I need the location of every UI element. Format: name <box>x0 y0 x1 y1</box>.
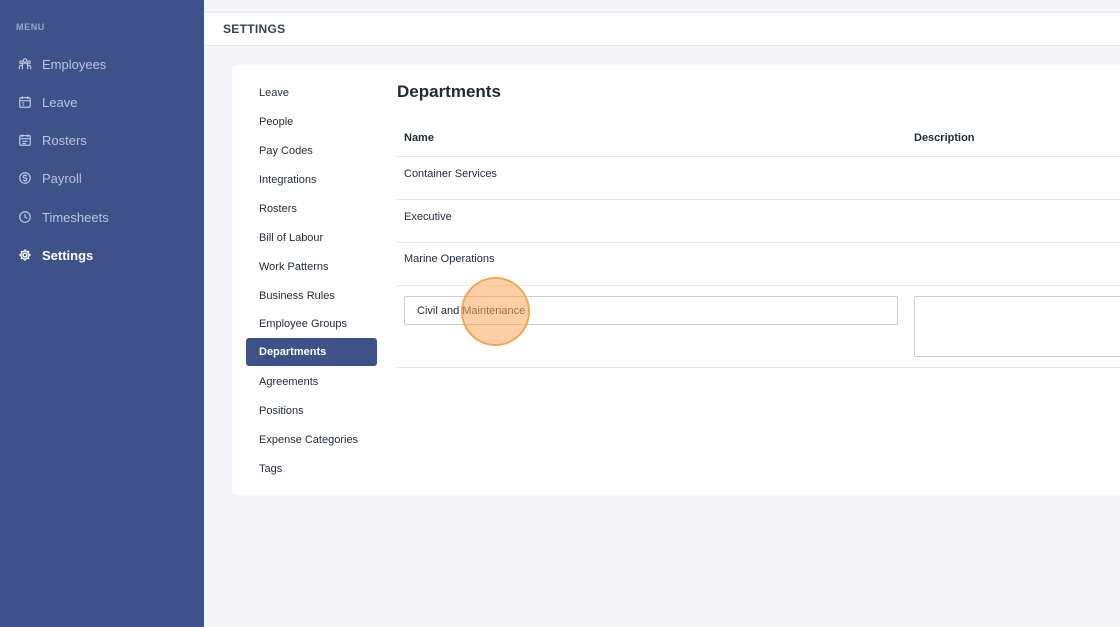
sidebar-item-leave[interactable]: Leave <box>18 92 77 112</box>
sidebar-item-settings[interactable]: Settings <box>18 245 93 265</box>
row-divider <box>397 242 1120 243</box>
row-divider <box>397 285 1120 286</box>
clock-icon <box>18 210 32 224</box>
row-divider <box>397 199 1120 200</box>
settings-nav-pay-codes[interactable]: Pay Codes <box>246 137 377 165</box>
department-description-input[interactable] <box>914 296 1120 357</box>
sidebar: MENU Employees Leave Rosters Payroll Tim… <box>0 0 204 627</box>
menu-label: MENU <box>16 22 45 32</box>
sidebar-item-payroll[interactable]: Payroll <box>18 168 82 188</box>
top-strip <box>204 0 1120 12</box>
sidebar-item-label: Timesheets <box>42 209 109 225</box>
table-row[interactable]: Marine Operations <box>404 253 495 265</box>
sidebar-item-label: Settings <box>42 247 94 263</box>
settings-nav-people[interactable]: People <box>246 108 377 136</box>
row-divider <box>397 367 1120 368</box>
sidebar-item-employees[interactable]: Employees <box>18 54 106 74</box>
settings-nav-rosters[interactable]: Rosters <box>246 195 377 223</box>
sidebar-item-label: Payroll <box>42 170 82 186</box>
sidebar-item-label: Employees <box>42 56 107 72</box>
settings-nav-business-rules[interactable]: Business Rules <box>246 282 377 310</box>
sidebar-item-timesheets[interactable]: Timesheets <box>18 207 109 227</box>
dollar-icon <box>18 171 32 185</box>
settings-nav-work-patterns[interactable]: Work Patterns <box>246 253 377 281</box>
department-name-input[interactable] <box>404 296 898 325</box>
roster-icon <box>18 133 32 147</box>
sidebar-item-label: Leave <box>42 94 78 110</box>
sidebar-item-rosters[interactable]: Rosters <box>18 130 87 150</box>
settings-nav-leave[interactable]: Leave <box>246 79 377 107</box>
settings-nav-agreements[interactable]: Agreements <box>246 368 377 396</box>
settings-nav-bill-of-labour[interactable]: Bill of Labour <box>246 224 377 252</box>
page-header: SETTINGS <box>204 12 1120 46</box>
people-icon <box>18 57 32 71</box>
page-title: SETTINGS <box>223 22 286 36</box>
settings-nav-positions[interactable]: Positions <box>246 397 377 425</box>
settings-nav-expense-categories[interactable]: Expense Categories <box>246 426 377 454</box>
settings-nav-employee-groups[interactable]: Employee Groups <box>246 310 377 338</box>
sidebar-item-label: Rosters <box>42 132 87 148</box>
settings-nav-integrations[interactable]: Integrations <box>246 166 377 194</box>
calendar-icon <box>18 95 32 109</box>
table-row[interactable]: Container Services <box>404 168 497 180</box>
column-header-name: Name <box>404 132 434 144</box>
gear-icon <box>18 248 32 262</box>
row-divider <box>397 156 1120 157</box>
table-row[interactable]: Executive <box>404 211 452 223</box>
settings-nav-tags[interactable]: Tags <box>246 455 377 483</box>
section-title: Departments <box>397 82 501 101</box>
settings-nav-departments[interactable]: Departments <box>246 338 377 366</box>
column-header-description: Description <box>914 132 975 144</box>
